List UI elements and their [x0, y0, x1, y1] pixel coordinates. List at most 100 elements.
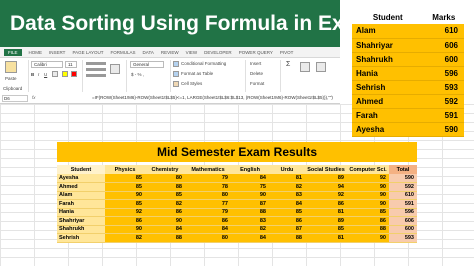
- autosum-icon[interactable]: Σ: [286, 61, 290, 68]
- student-name-cell[interactable]: Ayesha: [57, 174, 105, 183]
- score-cell[interactable]: 92: [305, 191, 347, 200]
- score-cell[interactable]: 83: [269, 191, 305, 200]
- score-cell[interactable]: 85: [105, 199, 145, 209]
- function-icon[interactable]: fx: [32, 95, 36, 100]
- score-cell[interactable]: 75: [231, 182, 269, 192]
- marks-cell[interactable]: 590: [423, 122, 464, 137]
- score-cell[interactable]: 79: [185, 208, 231, 217]
- fill-color-icon[interactable]: [62, 71, 68, 77]
- marks-cell[interactable]: 600: [423, 52, 464, 67]
- ribbon-tab[interactable]: DATA: [143, 50, 154, 55]
- wrap-text-icon[interactable]: [110, 64, 120, 74]
- borders-icon[interactable]: [52, 71, 58, 77]
- column-header[interactable]: Computer Sci.: [347, 165, 389, 174]
- italic-button[interactable]: I: [38, 72, 39, 77]
- ribbon-tab[interactable]: FORMULAS: [111, 50, 136, 55]
- score-cell[interactable]: 81: [305, 233, 347, 243]
- ribbon-tab[interactable]: DEVELOPER: [204, 50, 232, 55]
- ribbon-tab[interactable]: FILE: [4, 48, 22, 56]
- score-cell[interactable]: 88: [347, 225, 389, 234]
- score-cell[interactable]: 85: [105, 174, 145, 183]
- column-header[interactable]: Chemistry: [145, 165, 185, 174]
- font-color-icon[interactable]: [71, 71, 77, 77]
- find-select-icon[interactable]: [316, 62, 326, 72]
- score-cell[interactable]: 86: [269, 216, 305, 226]
- align-top-icon[interactable]: [86, 62, 106, 65]
- score-cell[interactable]: 83: [231, 216, 269, 226]
- ribbon-tab[interactable]: PAGE LAYOUT: [72, 50, 103, 55]
- score-cell[interactable]: 81: [305, 208, 347, 217]
- ribbon-tab[interactable]: POWER QUERY: [239, 50, 273, 55]
- total-cell[interactable]: 600: [389, 225, 417, 234]
- student-name-cell[interactable]: Alam: [352, 24, 424, 39]
- score-cell[interactable]: 88: [145, 233, 185, 243]
- column-header[interactable]: Total: [389, 165, 417, 174]
- score-cell[interactable]: 85: [305, 225, 347, 234]
- score-cell[interactable]: 84: [269, 199, 305, 209]
- ribbon-tab[interactable]: VIEW: [186, 50, 198, 55]
- cell-styles-button[interactable]: Cell Styles: [181, 81, 202, 86]
- marks-cell[interactable]: 591: [423, 108, 464, 123]
- table-row[interactable]: Shahrukh 600: [352, 52, 464, 67]
- score-cell[interactable]: 84: [231, 174, 269, 183]
- student-name-cell[interactable]: Ahmed: [352, 94, 424, 109]
- total-cell[interactable]: 596: [389, 208, 417, 217]
- score-cell[interactable]: 80: [185, 191, 231, 200]
- score-cell[interactable]: 82: [145, 199, 185, 209]
- table-row[interactable]: Ahmed 85 88 78 75 82 94 90 592: [57, 182, 417, 192]
- table-row[interactable]: Hania 596: [352, 66, 464, 81]
- paste-button[interactable]: Paste: [5, 76, 17, 81]
- score-cell[interactable]: 90: [347, 182, 389, 192]
- table-row[interactable]: Sehrish 82 88 80 84 88 81 90 593: [57, 233, 417, 243]
- score-cell[interactable]: 85: [347, 208, 389, 217]
- format-as-table-button[interactable]: Format as Table: [181, 71, 213, 76]
- ribbon-tab[interactable]: HOME: [29, 50, 43, 55]
- paste-icon[interactable]: [5, 61, 17, 73]
- table-row[interactable]: Shahriyar 606: [352, 38, 464, 53]
- sort-filter-icon[interactable]: [300, 62, 310, 72]
- score-cell[interactable]: 89: [305, 174, 347, 183]
- student-name-cell[interactable]: Shahriyar: [57, 216, 105, 226]
- bold-button[interactable]: B: [31, 72, 34, 77]
- score-cell[interactable]: 81: [269, 174, 305, 183]
- score-cell[interactable]: 78: [185, 182, 231, 192]
- score-cell[interactable]: 90: [347, 199, 389, 209]
- score-cell[interactable]: 82: [269, 182, 305, 192]
- score-cell[interactable]: 86: [305, 199, 347, 209]
- score-cell[interactable]: 84: [185, 225, 231, 234]
- table-row[interactable]: Ayesha 590: [352, 122, 464, 137]
- total-cell[interactable]: 593: [389, 233, 417, 243]
- score-cell[interactable]: 85: [145, 191, 185, 200]
- score-cell[interactable]: 88: [269, 233, 305, 243]
- score-cell[interactable]: 92: [347, 174, 389, 183]
- total-cell[interactable]: 592: [389, 182, 417, 192]
- conditional-formatting-icon[interactable]: [173, 61, 179, 67]
- score-cell[interactable]: 94: [305, 182, 347, 192]
- font-name-select[interactable]: Calibri: [31, 61, 63, 68]
- column-header[interactable]: Student: [57, 165, 105, 174]
- student-name-cell[interactable]: Ayesha: [352, 122, 424, 137]
- student-name-cell[interactable]: Hania: [352, 66, 424, 81]
- score-cell[interactable]: 86: [185, 216, 231, 226]
- insert-cells-button[interactable]: Insert: [250, 61, 261, 66]
- student-name-cell[interactable]: Shahriyar: [352, 38, 424, 53]
- format-cells-button[interactable]: Format: [250, 81, 264, 86]
- score-cell[interactable]: 85: [105, 182, 145, 192]
- underline-button[interactable]: U: [44, 72, 47, 77]
- score-cell[interactable]: 79: [185, 174, 231, 183]
- table-row[interactable]: Hania 92 86 79 88 85 81 85 596: [57, 208, 417, 217]
- delete-cells-button[interactable]: Delete: [250, 71, 263, 76]
- score-cell[interactable]: 90: [145, 216, 185, 226]
- score-cell[interactable]: 90: [347, 191, 389, 200]
- score-cell[interactable]: 88: [145, 182, 185, 192]
- score-cell[interactable]: 90: [105, 225, 145, 234]
- score-cell[interactable]: 87: [269, 225, 305, 234]
- score-cell[interactable]: 90: [105, 191, 145, 200]
- score-cell[interactable]: 86: [347, 216, 389, 226]
- column-header[interactable]: Physics: [105, 165, 145, 174]
- ribbon-tab[interactable]: REVIEW: [161, 50, 179, 55]
- column-header[interactable]: Social Studies: [305, 165, 347, 174]
- format-as-table-icon[interactable]: [173, 71, 179, 77]
- table-row[interactable]: Sehrish 593: [352, 80, 464, 95]
- score-cell[interactable]: 77: [185, 199, 231, 209]
